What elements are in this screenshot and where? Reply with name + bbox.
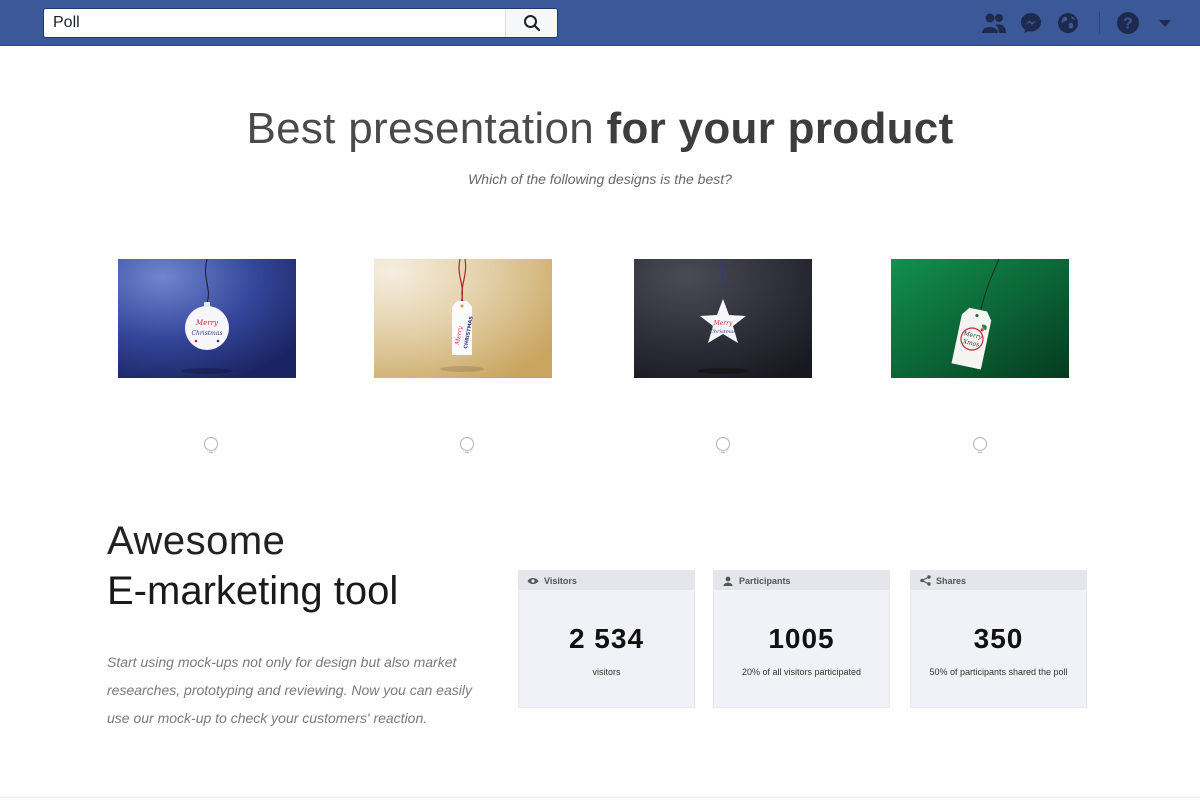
bottom-divider	[0, 797, 1200, 798]
friends-icon[interactable]	[981, 10, 1007, 36]
nav-separator	[1099, 12, 1100, 34]
search-input[interactable]	[44, 9, 505, 37]
stat-card-header: Participants	[714, 571, 889, 590]
stat-card-participants: Participants 1005 20% of all visitors pa…	[713, 570, 890, 708]
design-option-blue[interactable]: Merry Christmas	[118, 259, 296, 378]
globe-icon[interactable]	[1055, 10, 1081, 36]
top-navigation-bar: ?	[0, 0, 1200, 46]
stat-card-title: Participants	[739, 575, 791, 586]
messenger-icon[interactable]	[1018, 10, 1044, 36]
design-radio-2[interactable]	[460, 437, 474, 453]
design-option-green[interactable]: Merry Xmas	[891, 259, 1069, 378]
stat-card-visitors: Visitors 2 534 visitors	[518, 570, 695, 708]
menu-caret-icon[interactable]	[1152, 10, 1178, 36]
design-option-dark[interactable]: Merry Christmas	[634, 259, 812, 378]
marketing-description: Start using mock-ups not only for design…	[107, 654, 472, 726]
help-icon[interactable]: ?	[1115, 10, 1141, 36]
svg-text:?: ?	[1123, 16, 1133, 33]
stat-value: 2 534	[568, 623, 645, 654]
search-button[interactable]	[505, 9, 557, 37]
nav-icons: ?	[970, 0, 1178, 46]
svg-text:Christmas: Christmas	[191, 330, 222, 337]
stat-value: 1005	[768, 623, 835, 654]
stat-value: 350	[973, 623, 1024, 654]
design-radio-3[interactable]	[716, 437, 730, 453]
svg-text:Merry: Merry	[713, 320, 733, 327]
search-box	[43, 8, 558, 38]
search-icon	[523, 15, 540, 32]
hero-title-bold: for your product	[606, 104, 954, 153]
design-option-gold[interactable]: Merry CHRISTMAS	[374, 259, 552, 378]
stat-label: visitors	[592, 667, 621, 677]
stat-card-title: Shares	[936, 575, 967, 586]
stat-card-header: Visitors	[519, 571, 694, 590]
hero-title-light: Best presentation	[246, 104, 594, 153]
user-icon	[722, 575, 734, 587]
marketing-title-line1: Awesome	[107, 519, 286, 563]
svg-text:Merry: Merry	[195, 319, 219, 327]
stat-label: 20% of all visitors participated	[741, 667, 862, 677]
design-radio-1[interactable]	[204, 437, 218, 453]
share-icon	[919, 575, 931, 587]
design-radio-4[interactable]	[973, 437, 987, 453]
svg-text:Christmas: Christmas	[710, 329, 736, 335]
stat-card-header: Shares	[911, 571, 1086, 590]
marketing-title-line2: E-marketing tool	[107, 569, 399, 613]
stat-card-shares: Shares 350 50% of participants shared th…	[910, 570, 1087, 708]
hero-subtitle: Which of the following designs is the be…	[468, 171, 732, 187]
eye-icon	[527, 575, 539, 587]
hero-title: Best presentation for your product	[0, 104, 1200, 154]
stat-label: 50% of participants shared the poll	[929, 667, 1068, 677]
stat-card-title: Visitors	[544, 575, 577, 586]
